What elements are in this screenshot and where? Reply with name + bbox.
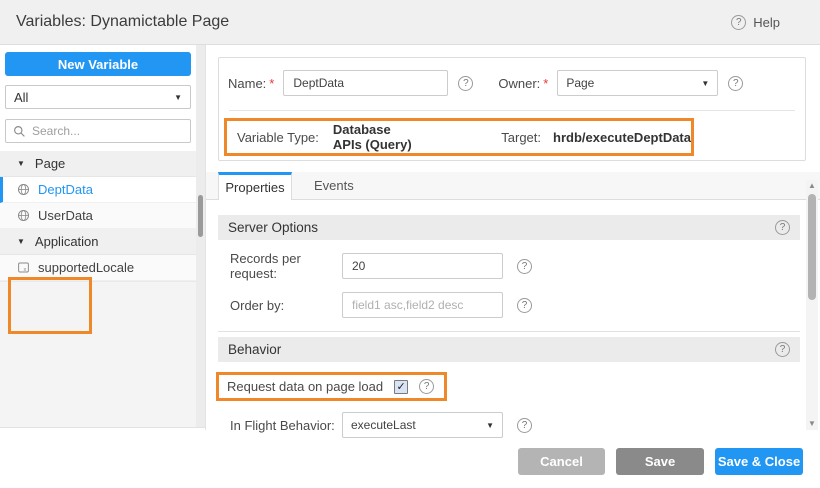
- save-button[interactable]: Save: [616, 448, 704, 475]
- required-marker: *: [543, 76, 548, 91]
- chevron-down-icon: ▼: [486, 421, 494, 430]
- tree-group-label: Page: [35, 156, 65, 171]
- target-value: hrdb/executeDeptData: [553, 130, 691, 145]
- variable-filter-value: All: [14, 90, 28, 105]
- help-label: Help: [753, 15, 780, 30]
- tree-group-label: Application: [35, 234, 99, 249]
- collapse-arrow-icon: ▼: [17, 237, 25, 246]
- search-icon: [13, 125, 26, 138]
- sidebar-filler: [0, 281, 196, 427]
- owner-label: Owner:: [498, 76, 540, 91]
- help-icon[interactable]: ?: [775, 342, 790, 357]
- help-icon[interactable]: ?: [517, 418, 532, 433]
- help-icon[interactable]: ?: [517, 298, 532, 313]
- variables-sidebar: New Variable All ▼ ▼ Page DeptData: [0, 45, 196, 428]
- svg-text:x: x: [24, 267, 27, 273]
- dialog-header: Variables: Dynamictable Page ? Help: [0, 0, 820, 45]
- name-field[interactable]: [283, 70, 448, 96]
- sidebar-item-deptdata[interactable]: DeptData: [0, 177, 196, 203]
- records-per-request-label: Records per request:: [230, 251, 342, 281]
- records-per-request-field[interactable]: [342, 253, 503, 279]
- help-icon[interactable]: ?: [731, 15, 746, 30]
- tree-item-label: UserData: [38, 208, 93, 223]
- help-link[interactable]: ? Help: [731, 15, 780, 30]
- tab-properties[interactable]: Properties: [218, 172, 292, 200]
- target-label: Target:: [501, 130, 541, 145]
- variable-search-box[interactable]: [5, 119, 191, 143]
- sidebar-scrollbar-thumb[interactable]: [198, 195, 203, 237]
- variable-summary-box: Name: * ? Owner: * Page ▼ ? Variable Typ…: [218, 57, 806, 161]
- behavior-section: Behavior ? Request data on page load ✓ ?…: [218, 337, 800, 438]
- in-flight-behavior-select[interactable]: executeLast ▼: [342, 412, 503, 438]
- sidebar-item-supportedlocale[interactable]: x supportedLocale: [0, 255, 196, 281]
- request-data-label: Request data on page load: [227, 379, 383, 394]
- owner-value: Page: [566, 76, 594, 90]
- variable-type-label: Variable Type:: [237, 130, 319, 145]
- behavior-header: Behavior ?: [218, 337, 800, 362]
- tree-item-label: DeptData: [38, 182, 93, 197]
- request-data-highlight-box: Request data on page load ✓ ?: [216, 372, 447, 401]
- chevron-down-icon: ▼: [701, 79, 709, 88]
- chevron-down-icon: ▼: [174, 93, 182, 102]
- tab-label: Properties: [225, 180, 284, 195]
- scroll-up-icon[interactable]: ▲: [806, 180, 818, 192]
- server-options-header: Server Options ?: [218, 215, 800, 240]
- model-variable-icon: x: [17, 261, 30, 274]
- service-variable-icon: [17, 209, 30, 222]
- detail-tabbar: Properties Events: [206, 172, 820, 200]
- variable-type-highlight-box: Variable Type: Database APIs (Query) Tar…: [224, 118, 694, 156]
- section-bottom-border: [218, 331, 800, 332]
- in-flight-behavior-value: executeLast: [351, 418, 416, 432]
- dialog-footer: Cancel Save Save & Close: [518, 448, 803, 475]
- in-flight-behavior-label: In Flight Behavior:: [230, 418, 342, 433]
- name-label: Name:: [228, 76, 266, 91]
- tree-group-page[interactable]: ▼ Page: [0, 151, 196, 177]
- owner-select[interactable]: Page ▼: [557, 70, 718, 96]
- request-data-checkbox[interactable]: ✓: [394, 380, 408, 394]
- server-options-section: Server Options ? Records per request: ? …: [218, 215, 800, 332]
- page-title: Variables: Dynamictable Page: [16, 13, 229, 31]
- tab-label: Events: [314, 178, 354, 193]
- sidebar-item-userdata[interactable]: UserData: [0, 203, 196, 229]
- tree-group-application[interactable]: ▼ Application: [0, 229, 196, 255]
- save-and-close-button[interactable]: Save & Close: [715, 448, 803, 475]
- tab-events[interactable]: Events: [292, 172, 376, 199]
- variables-tree: ▼ Page DeptData UserData ▼ Application: [0, 151, 196, 281]
- content-scrollbar-thumb[interactable]: [808, 194, 816, 300]
- help-icon[interactable]: ?: [775, 220, 790, 235]
- help-icon[interactable]: ?: [517, 259, 532, 274]
- sidebar-scrollbar[interactable]: [196, 45, 205, 428]
- content-scrollbar[interactable]: ▲ ▼: [806, 180, 818, 430]
- form-divider: [229, 110, 795, 111]
- section-title: Server Options: [228, 220, 318, 235]
- help-icon[interactable]: ?: [419, 379, 434, 394]
- new-variable-button[interactable]: New Variable: [5, 52, 191, 76]
- variable-type-value: Database APIs (Query): [333, 122, 419, 152]
- section-title: Behavior: [228, 342, 281, 357]
- required-marker: *: [269, 76, 274, 91]
- service-variable-icon: [17, 183, 30, 196]
- order-by-field[interactable]: [342, 292, 503, 318]
- cancel-button[interactable]: Cancel: [518, 448, 605, 475]
- search-input[interactable]: [32, 124, 183, 138]
- tree-item-label: supportedLocale: [38, 260, 134, 275]
- variable-filter-select[interactable]: All ▼: [5, 85, 191, 109]
- scroll-down-icon[interactable]: ▼: [806, 418, 818, 430]
- order-by-label: Order by:: [230, 298, 342, 313]
- variable-detail-panel: Name: * ? Owner: * Page ▼ ? Variable Typ…: [206, 45, 820, 430]
- collapse-arrow-icon: ▼: [17, 159, 25, 168]
- help-icon[interactable]: ?: [728, 76, 743, 91]
- help-icon[interactable]: ?: [458, 76, 473, 91]
